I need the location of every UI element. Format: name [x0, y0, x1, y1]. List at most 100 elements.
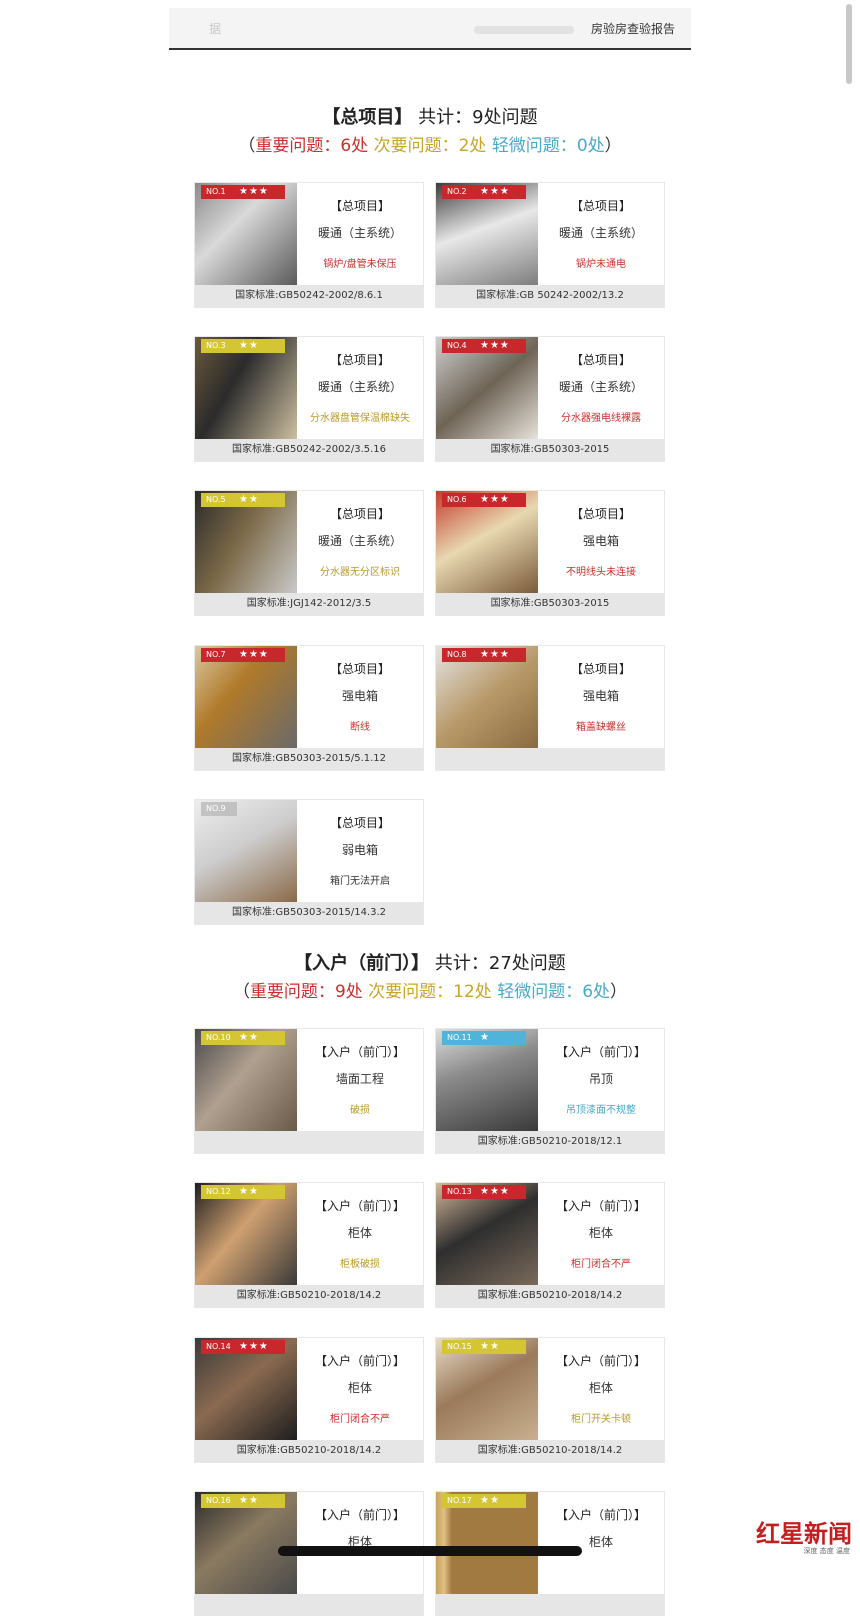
issue-system: 强电箱 [341, 689, 378, 703]
header-left-text: 据 [209, 22, 222, 36]
issue-card[interactable]: NO.6 ★★★ 【总项目】 强电箱 不明线头未连接 国家标准:GB50303-2015 [436, 491, 664, 615]
issue-description: 箱门无法开启 [330, 876, 390, 887]
section-summary: （重要问题：9处 次要问题：12处 轻微问题：6处） [232, 982, 628, 1002]
severity-stars-icon: ★★ [239, 1032, 259, 1043]
issue-number: NO.13 [447, 1187, 472, 1196]
standard-reference: 国家标准:GB50303-2015 [436, 439, 664, 461]
issue-category: 【总项目】 [329, 662, 390, 676]
severity-stars-icon: ★★ [239, 340, 259, 351]
issue-card[interactable]: NO.3 ★★ 【总项目】 暖通（主系统） 分水器盘管保温棉缺失 国家标准:GB50242… [195, 337, 423, 461]
issue-category: 【总项目】 [570, 353, 631, 367]
standard-reference: 国家标准:GB50303-2015/14.3.2 [195, 902, 423, 924]
issue-card[interactable]: NO.14 ★★★ 【入户（前门）】 柜体 柜门闭合不严 国家标准:GB50210-201… [195, 1338, 423, 1462]
issue-card[interactable]: NO.5 ★★ 【总项目】 暖通（主系统） 分水器无分区标识 国家标准:JGJ142-20… [195, 491, 423, 615]
severity-stars-icon: ★★ [239, 1186, 259, 1197]
severity-badge: NO.8 ★★★ [442, 648, 526, 662]
issue-description: 分水器无分区标识 [320, 567, 400, 578]
standard-reference: 国家标准:GB50303-2015 [436, 593, 664, 615]
severity-stars-icon: ★★★ [480, 186, 510, 197]
issue-category: 【入户（前门）】 [314, 1199, 405, 1213]
scrollbar[interactable] [846, 4, 852, 84]
severity-stars-icon: ★★★ [239, 649, 269, 660]
standard-reference: 国家标准:GB50303-2015/5.1.12 [195, 748, 423, 770]
home-indicator[interactable] [278, 1546, 582, 1556]
issue-system: 强电箱 [582, 534, 619, 548]
severity-badge: NO.12 ★★ [201, 1185, 285, 1199]
issue-card[interactable]: NO.7 ★★★ 【总项目】 强电箱 断线 国家标准:GB50303-2015/5.1.1… [195, 646, 423, 770]
issue-category: 【总项目】 [329, 507, 390, 521]
severity-badge: NO.16 ★★ [201, 1494, 285, 1508]
issue-card[interactable]: NO.10 ★★ 【入户（前门）】 墙面工程 破损 [195, 1029, 423, 1153]
standard-reference: 国家标准:JGJ142-2012/3.5 [195, 593, 423, 615]
issue-description: 柜板破损 [340, 1259, 380, 1270]
issue-number: NO.15 [447, 1342, 472, 1351]
standard-reference [195, 1594, 423, 1616]
issue-description: 分水器盘管保温棉缺失 [310, 413, 410, 424]
report-title: 房验房查验报告 [590, 22, 675, 36]
issue-card[interactable]: NO.15 ★★ 【入户（前门）】 柜体 柜门开关卡顿 国家标准:GB50210-2018… [436, 1338, 664, 1462]
issue-number: NO.11 [447, 1033, 472, 1042]
issue-system: 柜体 [347, 1381, 372, 1395]
severity-badge: NO.2 ★★★ [442, 185, 526, 199]
severity-stars-icon: ★★ [239, 494, 259, 505]
issue-card[interactable]: NO.4 ★★★ 【总项目】 暖通（主系统） 分水器强电线裸露 国家标准:GB50303-… [436, 337, 664, 461]
issue-system: 吊顶 [588, 1072, 613, 1086]
severity-stars-icon: ★ [480, 1032, 490, 1043]
severity-stars-icon: ★★★ [480, 494, 510, 505]
severity-badge: NO.15 ★★ [442, 1340, 526, 1354]
issue-category: 【入户（前门）】 [555, 1508, 646, 1522]
issue-card[interactable]: NO.8 ★★★ 【总项目】 强电箱 箱盖缺螺丝 [436, 646, 664, 770]
issue-number: NO.14 [206, 1342, 231, 1351]
issue-card[interactable]: NO.11 ★ 【入户（前门）】 吊顶 吊顶漆面不规整 国家标准:GB50210-2018… [436, 1029, 664, 1153]
report-header: 据 房验房查验报告 [169, 8, 691, 50]
issue-card[interactable]: NO.13 ★★★ 【入户（前门）】 柜体 柜门闭合不严 国家标准:GB50210-201… [436, 1183, 664, 1307]
issue-description: 柜门闭合不严 [571, 1259, 631, 1270]
severity-badge: NO.13 ★★★ [442, 1185, 526, 1199]
standard-reference [195, 1131, 423, 1153]
issue-category: 【总项目】 [570, 199, 631, 213]
issue-system: 暖通（主系统） [558, 226, 643, 240]
issue-number: NO.8 [447, 650, 467, 659]
issue-system: 弱电箱 [341, 843, 378, 857]
issue-category: 【入户（前门）】 [555, 1354, 646, 1368]
issue-number: NO.2 [447, 187, 467, 196]
severity-stars-icon: ★★★ [480, 1186, 510, 1197]
issue-description: 箱盖缺螺丝 [576, 722, 626, 733]
standard-reference [436, 1594, 664, 1616]
issue-number: NO.10 [206, 1033, 231, 1042]
issue-number: NO.9 [206, 804, 226, 813]
issue-system: 柜体 [588, 1381, 613, 1395]
issue-number: NO.16 [206, 1496, 231, 1505]
severity-stars-icon: ★★ [239, 1495, 259, 1506]
issue-description: 锅炉/盘管未保压 [323, 259, 397, 270]
severity-badge: NO.4 ★★★ [442, 339, 526, 353]
issue-description: 吊顶漆面不规整 [566, 1105, 636, 1116]
issue-category: 【总项目】 [570, 507, 631, 521]
standard-reference: 国家标准:GB50242-2002/3.5.16 [195, 439, 423, 461]
severity-stars-icon: ★★★ [480, 649, 510, 660]
issue-card[interactable]: NO.1 ★★★ 【总项目】 暖通（主系统） 锅炉/盘管未保压 国家标准:GB50242-… [195, 183, 423, 307]
severity-badge: NO.6 ★★★ [442, 493, 526, 507]
severity-badge: NO.9 [201, 802, 237, 816]
issue-description: 柜门闭合不严 [330, 1414, 390, 1425]
issue-card[interactable]: NO.9 【总项目】 弱电箱 箱门无法开启 国家标准:GB50303-2015/14.3… [195, 800, 423, 924]
standard-reference [436, 748, 664, 770]
severity-badge: NO.10 ★★ [201, 1031, 285, 1045]
severity-stars-icon: ★★★ [239, 186, 269, 197]
section-summary: （重要问题：6处 次要问题：2处 轻微问题：0处） [238, 136, 622, 156]
watermark-title: 红星新闻 [756, 1519, 852, 1548]
severity-badge: NO.3 ★★ [201, 339, 285, 353]
issue-category: 【入户（前门）】 [314, 1354, 405, 1368]
issue-number: NO.12 [206, 1187, 231, 1196]
standard-reference: 国家标准:GB50210-2018/14.2 [195, 1440, 423, 1462]
section-title: 【总项目】 共计：9处问题 [322, 107, 538, 128]
issue-card[interactable]: NO.12 ★★ 【入户（前门）】 柜体 柜板破损 国家标准:GB50210-2018/1… [195, 1183, 423, 1307]
issue-card[interactable]: NO.2 ★★★ 【总项目】 暖通（主系统） 锅炉未通电 国家标准:GB 50242-20… [436, 183, 664, 307]
severity-stars-icon: ★★ [480, 1341, 500, 1352]
issue-category: 【入户（前门）】 [314, 1508, 405, 1522]
issue-system: 柜体 [588, 1226, 613, 1240]
severity-badge: NO.5 ★★ [201, 493, 285, 507]
severity-stars-icon: ★★★ [480, 340, 510, 351]
header-blurred-text [474, 26, 574, 34]
issue-description: 破损 [350, 1105, 370, 1116]
